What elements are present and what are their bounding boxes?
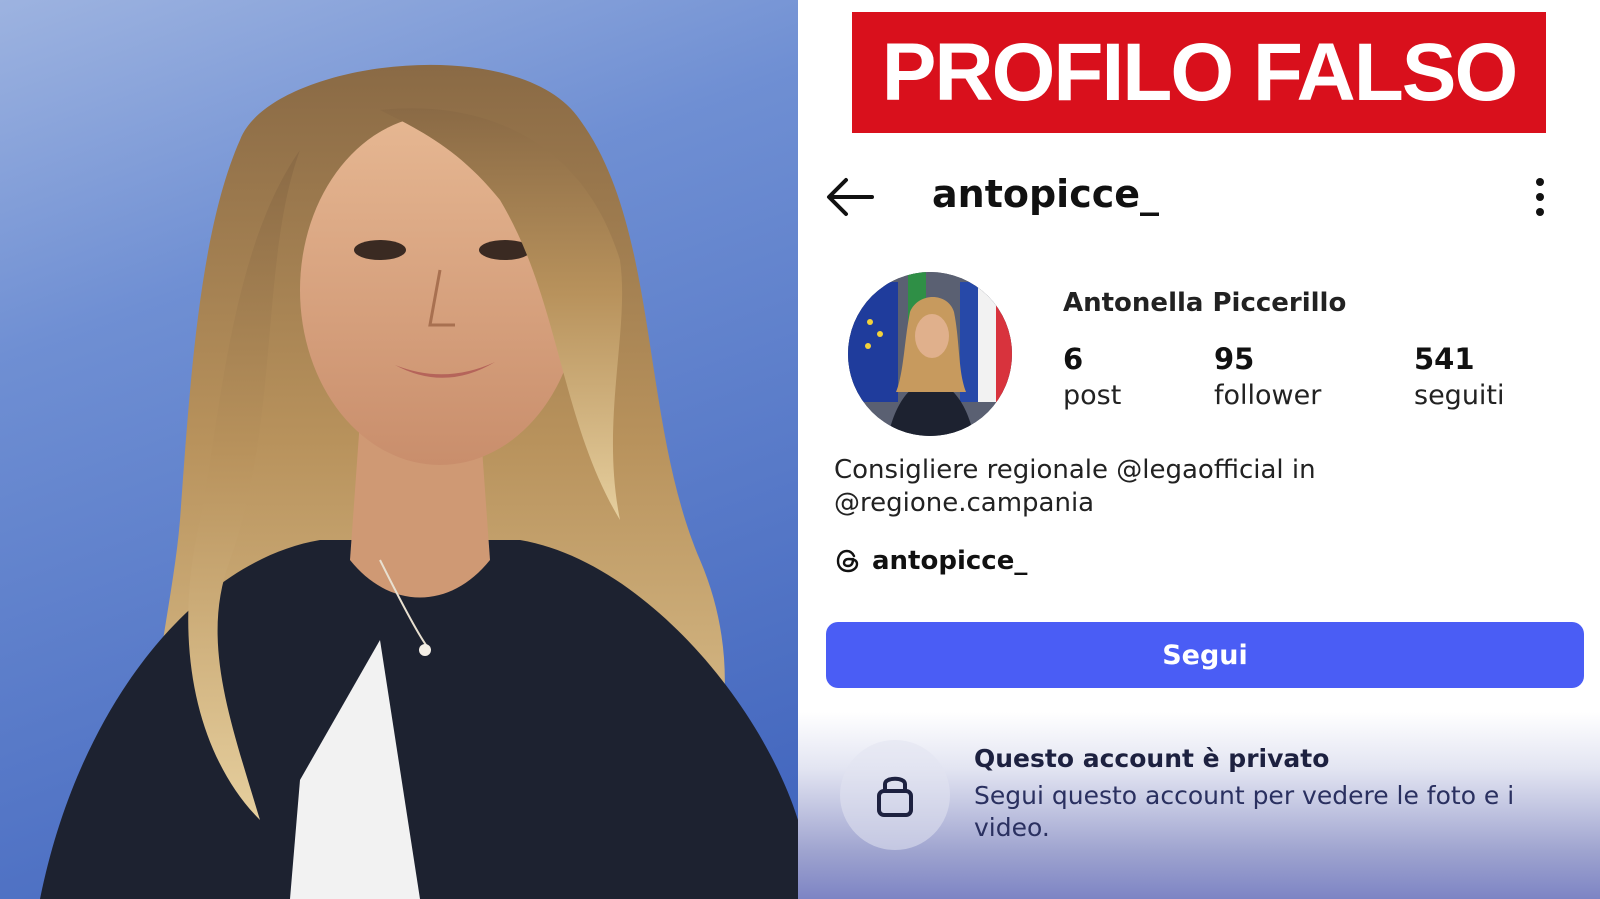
banner-text: PROFILO FALSO [881,26,1519,118]
stat-following-label: seguiti [1414,380,1505,411]
threads-link[interactable]: antopicce_ [834,546,1027,576]
arrow-left-icon[interactable] [824,176,874,218]
stat-following[interactable]: 541 seguiti [1414,342,1505,411]
stat-following-value: 541 [1414,342,1475,376]
stat-posts-value: 6 [1063,342,1084,376]
more-vertical-icon[interactable] [1528,176,1552,218]
profile-avatar[interactable] [848,272,1012,436]
avatar-image [848,272,1012,436]
profile-bio: Consigliere regionale @legaofficial in @… [834,454,1534,520]
private-title: Questo account è privato [974,744,1330,773]
private-description: Segui questo account per vedere le foto … [974,781,1515,842]
private-account-notice: Questo account è privato Segui questo ac… [798,712,1600,899]
profile-handle-title: antopicce_ [932,172,1160,216]
bio-line-1: Consigliere regionale @legaofficial in [834,455,1316,485]
threads-icon [836,549,859,573]
stat-posts[interactable]: 6 post [1063,342,1121,411]
threads-handle: antopicce_ [872,546,1028,576]
profile-topbar: antopicce_ [798,160,1600,234]
portrait-photo [0,0,798,899]
bio-line-2: @regione.campania [834,488,1095,518]
stat-posts-label: post [1063,380,1122,411]
lock-icon [877,776,913,817]
stat-followers[interactable]: 95 follower [1214,342,1321,411]
lock-icon-container [840,740,950,850]
profile-screenshot: PROFILO FALSO antopicce_ Antonella Picce… [798,0,1600,899]
stat-followers-label: follower [1214,380,1322,411]
follow-button[interactable]: Segui [826,622,1584,688]
profile-display-name: Antonella Piccerillo [1063,288,1347,318]
portrait-illustration [40,65,798,899]
fake-profile-banner: PROFILO FALSO [852,12,1546,133]
stat-followers-value: 95 [1214,342,1255,376]
